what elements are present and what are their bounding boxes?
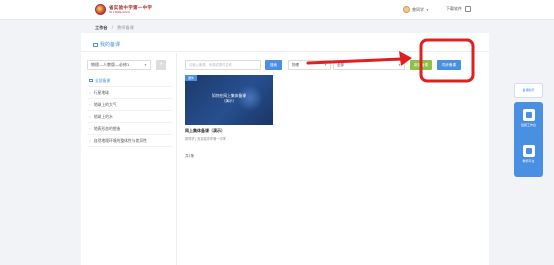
top-bar: 省实验中学第一中学 No.1 Middle School 曾同学 ▼ 下载软件 [0,0,554,20]
breadcrumb-home[interactable]: 工作台 [95,25,108,30]
floating-toolbar: 备课助手 班级工作台 教师平台 [514,83,543,177]
textbook-select-value: 物理—人教版—必修1 [91,62,130,67]
tree-item[interactable]: > 自然地理环境的整体性与差异性 [87,135,172,147]
chevron-down-icon: ▼ [398,63,401,67]
breadcrumb-current: 教师备课 [117,25,134,30]
tree-item[interactable]: > 地表形态的塑造 [87,123,172,135]
chapter-tree: 全部备课 > 行星地球 > 地球上的大气 > 地球上的水 > 地表形态的塑造 > 自然地理… [87,75,172,147]
type-select-value: 全部 [337,63,344,67]
school-logo[interactable]: 省实验中学第一中学 No.1 Middle School [95,3,153,16]
tree-item-label: 地球上的水 [93,115,113,119]
assistant-button[interactable]: 备课助手 [514,83,543,98]
tree-item[interactable]: > 行星地球 [87,87,172,99]
new-lesson-button[interactable]: 新建备课 [410,60,432,70]
chevron-right-icon: > [89,115,91,119]
panel-title-text: 我的备课 [100,42,121,48]
tree-item-label: 全部备课 [95,79,111,83]
chevron-right-icon: > [89,127,91,131]
chevron-down-icon: ▼ [426,7,429,12]
textbook-select[interactable]: 物理—人教版—必修1 ▼ [87,60,151,70]
breadcrumb-separator: / [111,25,113,30]
teacher-platform-button[interactable]: 教师平台 [517,145,540,163]
result-count: 共1条 [185,154,195,158]
breadcrumb: 工作台 / 教师备课 [95,25,134,31]
platform-icon [522,145,535,157]
search-button[interactable]: 搜索 [265,60,282,70]
chevron-right-icon: > [89,91,91,95]
sync-lesson-button[interactable]: 同步备课 [437,60,461,70]
logo-title: 省实验中学第一中学 [109,5,153,11]
subject-select-value: 物理 [292,63,299,67]
tree-item-label: 地表形态的塑造 [93,127,121,131]
type-select[interactable]: 全部 ▼ [333,60,405,70]
chevron-down-icon: ▼ [144,63,147,67]
chevron-right-icon: > [89,103,91,107]
lesson-prep-panel: 我的备课 物理—人教版—必修1 ▼ + 全部备课 > 行星地球 > 地球上的大气 >… [81,33,489,265]
fp-label: 教师平台 [522,159,535,163]
lesson-card-name[interactable]: 网上集体备课（演示） [185,128,225,134]
school-badge-icon [95,4,106,15]
tree-item-label: 自然地理环境的整体性与差异性 [93,139,147,143]
workbench-icon [522,109,535,121]
user-menu[interactable]: 曾同学 ▼ [403,6,429,13]
chevron-down-icon: ▼ [324,63,327,67]
chevron-right-icon: > [89,139,91,143]
divider [81,51,489,52]
card-tag: 课件 [185,75,198,81]
download-software-link[interactable]: 下载软件 [446,6,471,12]
tree-item-label: 行星地球 [93,91,109,95]
tree-item-label: 地球上的大气 [93,103,117,107]
user-name: 曾同学 [412,6,424,12]
avatar [403,6,410,13]
panel-title: 我的备课 [93,41,120,48]
lesson-card-meta: 曾同学 | 省实验中学第一中学 [185,137,226,141]
tree-item[interactable]: > 地球上的水 [87,111,172,123]
lesson-card-thumbnail[interactable]: 课件 如何在网上集体备课 （演示） [185,75,273,125]
logo-subtitle: No.1 Middle School [109,11,130,15]
folder-icon [89,79,93,82]
fp-label: 班级工作台 [520,123,536,127]
search-input[interactable]: 请输入备课、资源或课件名称 [185,60,261,70]
download-icon [465,6,471,12]
class-workbench-button[interactable]: 班级工作台 [517,109,540,127]
floating-tools-box: 班级工作台 教师平台 [514,102,543,177]
folder-icon [93,42,98,47]
subject-select[interactable]: 物理 ▼ [288,60,331,70]
tree-item-all[interactable]: 全部备课 [87,75,172,87]
tree-item[interactable]: > 地球上的大气 [87,99,172,111]
download-label: 下载软件 [446,6,462,11]
card-thumbnail-subtitle: （演示） [221,99,237,103]
divider [176,53,177,265]
add-textbook-button[interactable]: + [156,60,166,70]
